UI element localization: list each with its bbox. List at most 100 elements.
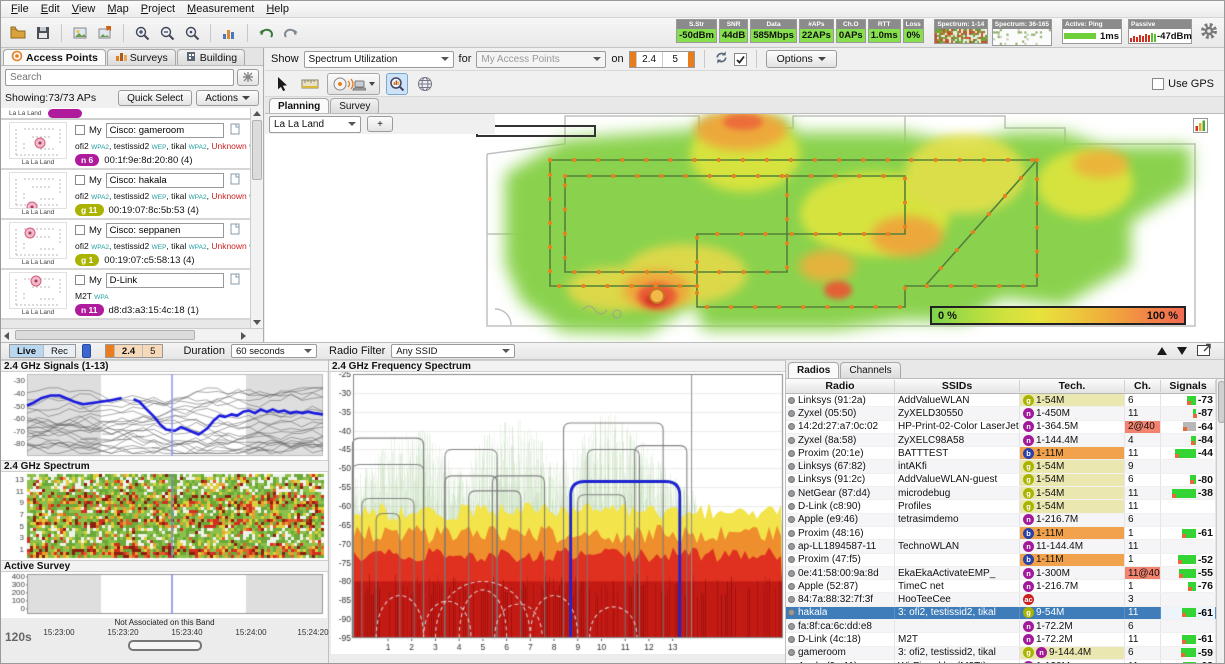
menu-item-measurement[interactable]: Measurement [181,2,260,16]
my-ap-checkbox[interactable] [75,225,85,235]
tab-planning[interactable]: Planning [269,98,329,113]
auto-refresh-checkbox[interactable] [734,53,747,66]
add-floor-button[interactable]: + [367,116,393,132]
column-header-ssids[interactable]: SSIDs [895,380,1020,392]
tab-radios[interactable]: Radios [788,362,839,378]
clear-search-button[interactable] [237,69,259,86]
scroll-right-icon[interactable] [241,332,246,340]
visualization-select[interactable]: Spectrum Utilization [304,51,454,68]
record-indicator[interactable] [82,344,91,358]
tab-survey[interactable]: Survey [330,98,379,113]
my-ap-checkbox[interactable] [75,175,85,185]
zoom-out-icon[interactable] [156,22,178,44]
table-row[interactable]: Zyxel (8a:58)ZyXELC98A58n1-144.4M4-84 [786,434,1225,447]
table-row[interactable]: Apple (52:87)TimeC netn1-216.7M1-76 [786,580,1225,593]
spectrum-inspect-icon[interactable] [386,73,408,95]
band-5-button[interactable]: 5 [142,345,162,357]
radio-filter-select[interactable]: Any SSID [391,344,515,358]
menu-item-map[interactable]: Map [101,2,134,16]
table-row[interactable]: Proxim (20:1e)BATTTESTb1-11M11-44 [786,447,1225,460]
use-gps-checkbox[interactable] [1152,78,1164,90]
band-5-button[interactable]: 5 [662,52,688,67]
signals-chart[interactable] [1,372,327,460]
band-2-4-button[interactable]: 2.4 [114,345,142,357]
ap-list-item[interactable]: La La LandMyofi2 WPA2, testissid2 WEP, t… [1,170,263,220]
ap-list-item-partial[interactable]: La La Land [1,108,263,120]
export-image-icon[interactable] [94,22,116,44]
scrollbar-thumb[interactable] [15,330,195,340]
table-row[interactable]: NetGear (87:d4)microdebugg1-54M11-38 [786,487,1225,500]
tab-surveys[interactable]: Surveys [107,49,176,65]
ruler-tool-icon[interactable] [299,73,321,95]
scroll-up-icon[interactable] [253,111,261,116]
ap-list-item[interactable]: La La LandMyM2T WPAn 11d8:d3:a3:15:4c:18… [1,270,263,320]
redo-icon[interactable] [280,22,302,44]
quick-select-button[interactable]: Quick Select [118,90,192,106]
table-row[interactable]: Linksys (91:2c)AddValueWLAN-guestg1-54M6… [786,474,1225,487]
refresh-icon[interactable] [714,50,729,68]
table-row[interactable]: D-Link (4c:18)M2Tn1-72.2M11-61 [786,633,1225,646]
table-row[interactable]: D-Link (c8:90)Profilesg1-54M11 [786,500,1225,513]
zoom-fit-icon[interactable] [181,22,203,44]
options-button[interactable]: Options [766,50,837,68]
spectrum-waterfall[interactable] [1,472,327,560]
tab-channels[interactable]: Channels [840,362,900,378]
my-ap-checkbox[interactable] [75,275,85,285]
menu-item-view[interactable]: View [66,2,102,16]
search-input[interactable] [5,69,234,86]
popout-icon[interactable] [1197,343,1212,359]
radios-table-scrollbar[interactable] [1216,379,1225,664]
scroll-left-icon[interactable] [4,332,9,340]
rec-button[interactable]: Rec [43,345,75,357]
copy-icon[interactable] [228,122,240,138]
scrollbar-thumb[interactable] [252,120,262,180]
image-icon[interactable] [69,22,91,44]
table-row[interactable]: ap-LL1894587-11TechnoWLANn11-144.4M11 [786,540,1225,553]
table-row[interactable]: 14:2d:27:a7:0c:02HP-Print-02-Color Laser… [786,421,1225,434]
column-header-tech[interactable]: Tech. [1020,380,1125,392]
ap-name-input[interactable] [106,273,224,288]
ap-name-input[interactable] [106,123,224,138]
open-project-icon[interactable] [7,22,29,44]
column-header-ch[interactable]: Ch. [1125,380,1161,392]
survey-device-button[interactable] [327,73,380,95]
tab-access-points[interactable]: Access Points [3,49,106,65]
table-row[interactable]: Proxim (47:f5)b1-11M1-52 [786,554,1225,567]
undo-icon[interactable] [255,22,277,44]
table-row[interactable]: Proxim (48:16)b1-11M1-61 [786,527,1225,540]
expand-panel-icon[interactable] [1177,347,1187,355]
ap-list-item[interactable]: La La LandMyofi2 WPA2, testissid2 WEP, t… [1,220,263,270]
time-scrollbar-thumb[interactable] [128,640,202,651]
my-ap-checkbox[interactable] [75,125,85,135]
menu-item-help[interactable]: Help [260,2,295,16]
copy-icon[interactable] [228,272,240,288]
menu-item-project[interactable]: Project [135,2,181,16]
copy-icon[interactable] [228,222,240,238]
menu-item-edit[interactable]: Edit [35,2,66,16]
ap-list-vertical-scrollbar[interactable] [250,108,263,328]
settings-gear-icon[interactable] [1200,22,1218,43]
floor-select[interactable]: La La Land [269,116,361,133]
table-row[interactable]: Linksys (91:2a)AddValueWLANg1-54M6-73 [786,394,1225,407]
ap-list-item[interactable]: La La LandMyofi2 WPA2, testissid2 WEP, t… [1,120,263,170]
spectrum-preview-badge[interactable]: Spectrum: 36-165 [992,19,1052,46]
floor-map-view[interactable]: La La Land + [265,114,1225,342]
copy-icon[interactable] [228,172,240,188]
column-header-signals[interactable]: Signals [1161,380,1216,392]
table-row[interactable]: Apple (9e:11)Wi-Fi-verkko (M2Tt)n1-130M1… [786,660,1225,664]
zoom-in-icon[interactable] [131,22,153,44]
signal-meter-icon[interactable] [1193,118,1208,136]
band-2-4-button[interactable]: 2.4 [636,52,662,67]
tab-building[interactable]: Building [177,49,245,65]
ap-name-input[interactable] [106,223,224,238]
scroll-down-icon[interactable] [253,320,261,325]
spectrum-preview-badge[interactable]: Spectrum: 1-14 [934,19,988,44]
ap-filter-select[interactable]: My Access Points [476,51,606,68]
table-row[interactable]: fa:8f:ca:6c:dd:e8n1-72.2M6 [786,620,1225,633]
collapse-panel-icon[interactable] [1157,347,1167,355]
table-row[interactable]: gameroom3: ofi2, testissid2, tikalgn9-14… [786,647,1225,660]
table-row[interactable]: Apple (e9:46)tetrasimdemon1-216.7M6 [786,514,1225,527]
table-row[interactable]: hakala3: ofi2, testissid2, tikalg9-54M11… [786,607,1225,620]
table-row[interactable]: 0e:41:58:00:9a:8dEkaEkaActivateEMP_n1-30… [786,567,1225,580]
chart-icon[interactable] [218,22,240,44]
